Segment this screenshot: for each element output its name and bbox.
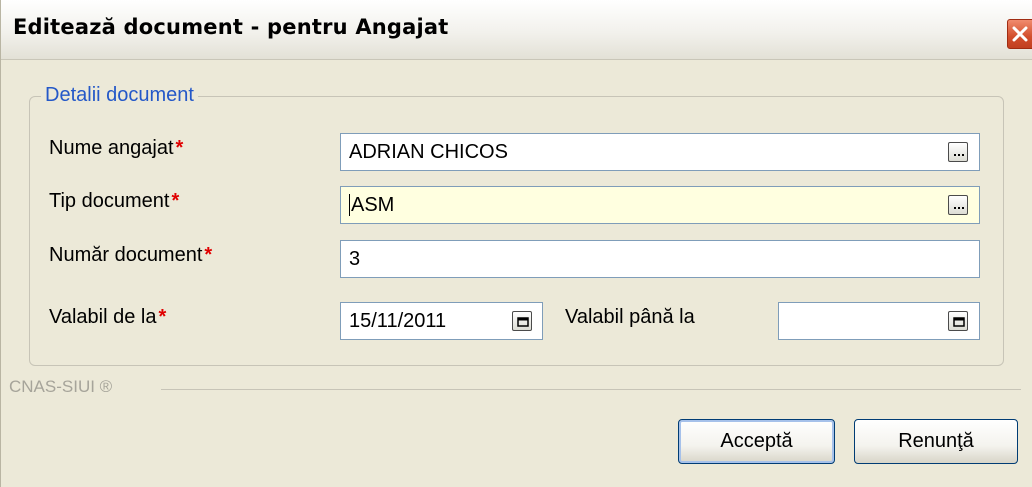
required-marker: * [171, 190, 180, 212]
valid-from-label: Valabil de la * [49, 306, 166, 329]
valid-from-calendar-button[interactable] [512, 311, 532, 331]
document-number-field[interactable]: 3 [340, 240, 980, 278]
employee-name-label-text: Nume angajat [49, 137, 174, 159]
ellipsis-icon [954, 207, 964, 209]
document-type-browse-button[interactable] [948, 195, 968, 215]
required-marker: * [175, 137, 184, 159]
ellipsis-icon [954, 154, 964, 156]
document-type-label: Tip document * [49, 190, 179, 213]
employee-name-label: Nume angajat * [49, 137, 183, 160]
document-number-value: 3 [349, 248, 361, 270]
valid-from-label-text: Valabil de la [49, 306, 157, 328]
document-type-label-text: Tip document [49, 190, 170, 212]
title-bar[interactable]: Editează document - pentru Angajat [1, 0, 1032, 60]
calendar-icon [517, 317, 529, 327]
document-type-value: ASM [349, 194, 395, 216]
cancel-button[interactable]: Renunţă [854, 419, 1018, 464]
valid-to-label: Valabil până la [565, 306, 695, 328]
dialog-window: Editează document - pentru Angajat Detal… [0, 0, 1032, 487]
document-type-field[interactable]: ASM [340, 186, 980, 224]
footer-copyright: CNAS-SIUI ® [9, 377, 113, 396]
document-number-label-text: Număr document [49, 244, 203, 266]
employee-name-field[interactable]: ADRIAN CHICOS [340, 133, 980, 171]
required-marker: * [204, 244, 213, 266]
employee-name-value: ADRIAN CHICOS [349, 141, 508, 163]
accept-button[interactable]: Acceptă [678, 419, 835, 464]
required-marker: * [158, 306, 167, 328]
employee-browse-button[interactable] [948, 142, 968, 162]
calendar-icon [953, 317, 965, 327]
footer-divider [161, 389, 1021, 390]
close-button[interactable] [1007, 19, 1032, 49]
window-title: Editează document - pentru Angajat [13, 15, 449, 39]
group-legend: Detalii document [41, 84, 198, 107]
valid-from-value: 15/11/2011 [349, 310, 447, 332]
valid-to-calendar-button[interactable] [948, 311, 968, 331]
close-icon [1012, 26, 1028, 42]
document-number-label: Număr document * [49, 244, 212, 267]
